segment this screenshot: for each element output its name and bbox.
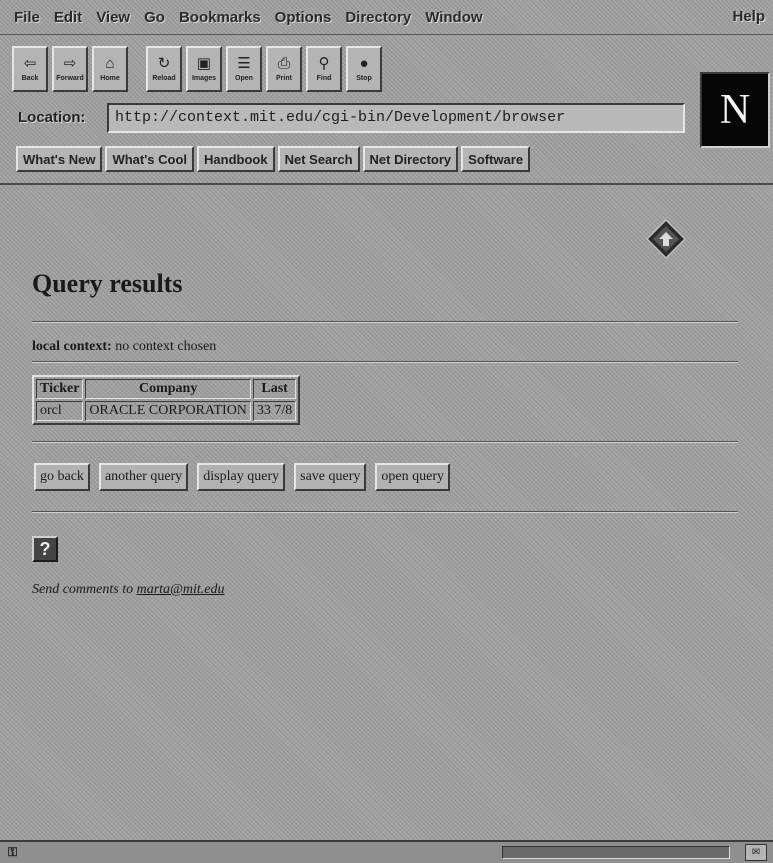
save-query-button[interactable]: save query	[294, 463, 367, 491]
stop-icon: ●	[359, 55, 369, 72]
context-value: no context chosen	[115, 339, 217, 354]
menu-directory[interactable]: Directory	[345, 9, 411, 26]
forward-arrow-icon: ⇨	[63, 55, 77, 72]
menu-options[interactable]: Options	[275, 9, 332, 26]
page-content: Query results local context: no context …	[0, 183, 773, 842]
find-icon: ⚲	[318, 55, 330, 72]
images-icon: ▣	[196, 55, 212, 72]
reload-label: Reload	[152, 75, 176, 82]
help-icon[interactable]: ?	[32, 536, 58, 562]
context-label: local context:	[32, 339, 112, 354]
reload-icon: ↻	[157, 55, 171, 72]
divider	[32, 321, 738, 323]
find-label: Find	[316, 75, 332, 82]
go-back-button[interactable]: go back	[34, 463, 90, 491]
comments-line: Send comments to marta@mit.edu	[32, 582, 225, 598]
table-row: orcl ORACLE CORPORATION 33 7/8	[36, 401, 297, 421]
menu-edit[interactable]: Edit	[54, 9, 82, 26]
home-button[interactable]: ⌂ Home	[92, 46, 128, 92]
menu-view[interactable]: View	[96, 9, 130, 26]
divider	[32, 511, 738, 513]
page-title: Query results	[32, 269, 183, 298]
directory-bar: What's New What's Cool Handbook Net Sear…	[16, 146, 533, 172]
open-button[interactable]: ☰ Open	[226, 46, 262, 92]
progress-bar	[502, 846, 730, 859]
back-label: Back	[21, 75, 39, 82]
netscape-n-icon: N	[719, 87, 751, 133]
diamond-nav-icon[interactable]	[646, 219, 686, 259]
software-button[interactable]: Software	[461, 146, 531, 172]
stop-button[interactable]: ● Stop	[346, 46, 382, 92]
print-icon: ⎙	[277, 55, 290, 72]
comments-email-link[interactable]: marta@mit.edu	[137, 582, 225, 597]
open-icon: ☰	[237, 55, 251, 72]
find-button[interactable]: ⚲ Find	[306, 46, 342, 92]
divider	[32, 361, 738, 363]
menu-bar: File Edit View Go Bookmarks Options Dire…	[0, 0, 773, 35]
whats-new-button[interactable]: What's New	[16, 146, 103, 172]
results-table: Ticker Company Last orcl ORACLE CORPORAT…	[32, 375, 301, 425]
forward-button[interactable]: ⇨ Forward	[52, 46, 88, 92]
menu-go[interactable]: Go	[144, 9, 165, 26]
images-button[interactable]: ▣ Images	[186, 46, 222, 92]
open-query-button[interactable]: open query	[375, 463, 450, 491]
query-button-row: go back another query display query save…	[34, 463, 459, 491]
home-label: Home	[100, 75, 120, 82]
open-label: Open	[235, 75, 253, 82]
security-key-icon: ⚿	[8, 845, 18, 859]
back-arrow-icon: ⇦	[23, 55, 37, 72]
another-query-button[interactable]: another query	[98, 463, 189, 491]
menu-help[interactable]: Help	[732, 8, 765, 25]
menu-file[interactable]: File	[14, 9, 40, 26]
cell-ticker: orcl	[36, 401, 84, 421]
menu-bookmarks[interactable]: Bookmarks	[179, 9, 261, 26]
images-label: Images	[191, 75, 217, 82]
net-directory-button[interactable]: Net Directory	[362, 146, 459, 172]
column-header-last: Last	[252, 379, 297, 399]
browser-chrome: File Edit View Go Bookmarks Options Dire…	[0, 0, 773, 183]
toolbar: ⇦ Back ⇨ Forward ⌂ Home ↻ Reload ▣ Image…	[12, 46, 386, 98]
net-search-button[interactable]: Net Search	[277, 146, 360, 172]
cell-last: 33 7/8	[252, 401, 297, 421]
back-button[interactable]: ⇦ Back	[12, 46, 48, 92]
netscape-logo[interactable]: N	[700, 72, 770, 148]
handbook-button[interactable]: Handbook	[197, 146, 275, 172]
stop-label: Stop	[356, 75, 372, 82]
home-icon: ⌂	[105, 55, 115, 72]
reload-button[interactable]: ↻ Reload	[146, 46, 182, 92]
location-label: Location:	[18, 109, 86, 126]
divider	[32, 441, 738, 443]
comments-prefix: Send comments to	[32, 582, 134, 597]
forward-label: Forward	[56, 75, 84, 82]
menu-window[interactable]: Window	[425, 9, 482, 26]
print-button[interactable]: ⎙ Print	[266, 46, 302, 92]
mail-icon[interactable]: ✉	[745, 844, 767, 861]
column-header-company: Company	[85, 379, 251, 399]
context-line: local context: no context chosen	[32, 339, 216, 355]
column-header-ticker: Ticker	[36, 379, 84, 399]
cell-company: ORACLE CORPORATION	[85, 401, 251, 421]
display-query-button[interactable]: display query	[197, 463, 286, 491]
location-input[interactable]: http://context.mit.edu/cgi-bin/Developme…	[107, 103, 685, 133]
table-header-row: Ticker Company Last	[36, 379, 297, 399]
status-bar: ⚿ ✉	[0, 840, 773, 863]
print-label: Print	[276, 75, 292, 82]
whats-cool-button[interactable]: What's Cool	[105, 146, 195, 172]
